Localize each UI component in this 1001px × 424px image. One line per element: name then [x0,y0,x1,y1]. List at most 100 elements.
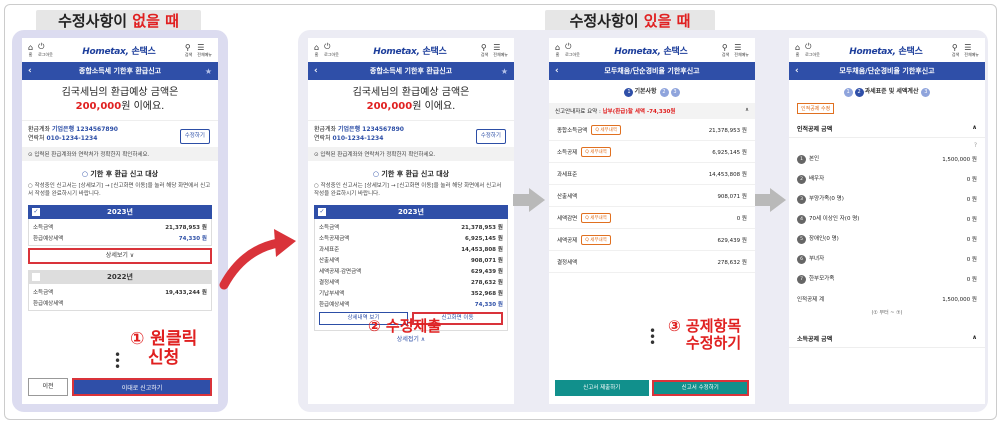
detail-button[interactable]: 상세보기 ∨ [28,248,212,264]
list-item: 소득공제 Q 세부내역 6,925,145 원 [549,141,755,163]
list-item: 과세표준 14,453,808 원 [549,163,755,185]
section-title: ○ 기한 후 환급 신고 대상 [372,170,450,178]
deduction-edit-tag[interactable]: 인적공제 수정 [797,103,835,114]
home-icon[interactable]: ⌂ 홈 [28,43,33,58]
gray-arrow-icon [513,188,545,212]
hometax-logo[interactable]: Hometax, 손택스 [849,44,923,57]
summary-bar[interactable]: 신고안내자료 요약 : 납부(환급)할 세액 -74,330원 ∧ [549,103,755,119]
list-item: 1 본인 1,500,000 원 [789,149,985,169]
detail-tag[interactable]: Q 세부내역 [581,146,611,157]
search-icon[interactable]: ⚲ 검색 [952,43,959,58]
search-icon[interactable]: ⚲ 검색 [185,43,192,58]
nav-bar: ‹ 종합소득세 기한후 환급신고 ★ [308,62,514,80]
accordion-personal-deduction[interactable]: 인적공제 금액 ∧ [789,120,985,138]
home-icon[interactable]: ⌂ 홈 [314,43,319,58]
account-notice: ⊙ 입력된 환급계좌와 연락처가 정확한지 확인하세요. [308,147,514,161]
search-icon[interactable]: ⚲ 검색 [722,43,729,58]
back-icon[interactable]: ‹ [795,66,799,76]
list-item: 3 부양가족(0 명) 0 원 [789,189,985,209]
app-header: ⌂ 홈 ⏻ 로그아웃 Hometax, 손택스 ⚲ 검색 ☰ 전체메뉴 [789,38,985,62]
collapse-button[interactable]: 상세접기 ∧ [314,334,508,343]
list-item: 4 70세 이상인 자(0 명) 0 원 [789,209,985,229]
back-icon[interactable]: ‹ [555,66,559,76]
checkbox-2022[interactable] [32,273,40,281]
year-2022-header[interactable]: 2022년 [28,270,212,284]
annotation-edit-submit: ② 수정제출 [368,317,442,335]
logout-icon[interactable]: ⏻ 로그아웃 [565,42,580,58]
year-2023-header[interactable]: ✓ 2023년 [314,205,508,219]
list-item: 7 한부모가족 0 원 [789,269,985,289]
edit-account-button[interactable]: 수정하기 [179,129,210,144]
table-row: 환급예상세액 74,330 원 [319,301,503,308]
table-row: 소득공제금액 6,925,145 원 [319,235,503,242]
chevron-up-icon[interactable]: ∧ [745,107,749,115]
ellipsis-icon: • • • [114,348,122,374]
app-header: ⌂ 홈 ⏻ 로그아웃 Hometax, 손택스 ⚲ 검색 ☰ 전체메뉴 [549,38,755,62]
account-info: 환급계좌 기업은행 1234567890 연락처 010-1234-1234 수… [308,120,514,147]
ellipsis-icon: • • • [649,324,657,350]
nav-title: 종합소득세 기한후 환급신고 [369,67,453,75]
chevron-up-icon[interactable]: ∧ [972,124,977,133]
logout-icon[interactable]: ⏻ 로그아웃 [805,42,820,58]
detail-tag[interactable]: Q 세부내역 [591,124,621,135]
detail-tag[interactable]: Q 세부내역 [581,212,611,223]
menu-icon[interactable]: ☰ 전체메뉴 [734,43,749,58]
account-notice: ⊙ 입력된 환급계좌와 연락처가 정확한지 확인하세요. [22,147,218,161]
detail-tag[interactable]: Q 세부내역 [581,234,611,245]
submit-as-is-button[interactable]: 이대로 신고하기 [72,378,212,396]
edit-account-button[interactable]: 수정하기 [475,129,506,144]
nav-title: 모두채움/단순경비율 기한후신고 [604,67,700,75]
annotation-one-click: ① 원클릭 신청 [130,329,198,368]
edit-form-button[interactable]: 신고서 수정하기 [651,380,749,396]
star-icon[interactable]: ★ [205,67,212,76]
screen-refund-with-changes: ⌂ 홈 ⏻ 로그아웃 Hometax, 손택스 ⚲ 검색 ☰ 전체메뉴 ‹ 종합소득세 … [308,38,514,404]
home-icon[interactable]: ⌂ 홈 [795,43,800,58]
logout-icon[interactable]: ⏻ 로그아웃 [38,42,53,58]
table-row: 환급예상세액 74,330 원 [33,235,207,242]
nav-title: 모두채움/단순경비율 기한후신고 [839,67,935,75]
section-title: ○ 기한 후 환급 신고 대상 [81,170,159,178]
star-icon[interactable]: ★ [501,67,508,76]
refund-headline: 김국세님의 환급예상 금액은 200,000원 이에요. [352,87,470,112]
hometax-logo[interactable]: Hometax, 손택스 [614,44,688,57]
caption-with-changes: 수정사항이 있을 때 [545,10,715,32]
accordion-income-deduction[interactable]: 소득공제 금액 ∧ [789,330,985,348]
menu-icon[interactable]: ☰ 전체메뉴 [197,43,212,58]
help-icon[interactable]: ? [789,138,985,149]
list-item: 세액공제 Q 세부내역 629,439 원 [549,229,755,251]
home-icon[interactable]: ⌂ 홈 [555,43,560,58]
menu-icon[interactable]: ☰ 전체메뉴 [493,43,508,58]
bottom-buttons: 이전 이대로 신고하기 [28,378,212,396]
chevron-up-icon[interactable]: ∧ [972,334,977,343]
table-row: 소득금액 21,378,953 원 [319,224,503,231]
year-2023-header[interactable]: ✓ 2023년 [28,205,212,219]
checkbox-2023[interactable]: ✓ [32,208,40,216]
app-header: ⌂ 홈 ⏻ 로그아웃 Hometax, 손택스 ⚲ 검색 ☰ 전체메뉴 [308,38,514,62]
back-icon[interactable]: ‹ [314,66,318,76]
caption-no-changes: 수정사항이 없을 때 [36,10,201,32]
list-item: 세액감면 Q 세부내역 0 원 [549,207,755,229]
nav-bar: ‹ 모두채움/단순경비율 기한후신고 [789,62,985,80]
refund-headline: 김국세님의 환급예상 금액은 200,000원 이에요. [61,87,179,112]
account-info: 환급계좌 기업은행 1234567890 연락처 010-1234-1234 수… [22,120,218,147]
nav-title: 종합소득세 기한후 환급신고 [78,67,162,75]
submit-form-button[interactable]: 신고서 제출하기 [555,380,649,396]
back-icon[interactable]: ‹ [28,66,32,76]
gray-arrow-icon [754,188,786,212]
prev-button[interactable]: 이전 [28,378,68,396]
screen-deduction-edit: ⌂ 홈 ⏻ 로그아웃 Hometax, 손택스 ⚲ 검색 ☰ 전체메뉴 ‹ 모두채움/단… [789,38,985,404]
app-header: ⌂ 홈 ⏻ 로그아웃 Hometax, 손택스 ⚲ 검색 ☰ 전체메뉴 [22,38,218,62]
checkbox-2023[interactable]: ✓ [318,208,326,216]
step-indicator: 1 기본사항 23 [549,86,755,97]
hometax-logo[interactable]: Hometax, 손택스 [373,44,447,57]
year-2023-rows: 소득금액 21,378,953 원 환급예상세액 74,330 원 [28,219,212,246]
menu-icon[interactable]: ☰ 전체메뉴 [964,43,979,58]
red-arrow-icon [219,229,296,290]
bottom-buttons: 신고서 제출하기 신고서 수정하기 [555,380,749,396]
table-row: 기납부세액 352,968 원 [319,290,503,297]
search-icon[interactable]: ⚲ 검색 [481,43,488,58]
hometax-logo[interactable]: Hometax, 손택스 [82,44,156,57]
total-note: (① 부터 ~ ⑦) [871,310,903,316]
logout-icon[interactable]: ⏻ 로그아웃 [324,42,339,58]
year-2022-rows: 소득금액 19,433,244 원 환급예상세액 [28,284,212,311]
